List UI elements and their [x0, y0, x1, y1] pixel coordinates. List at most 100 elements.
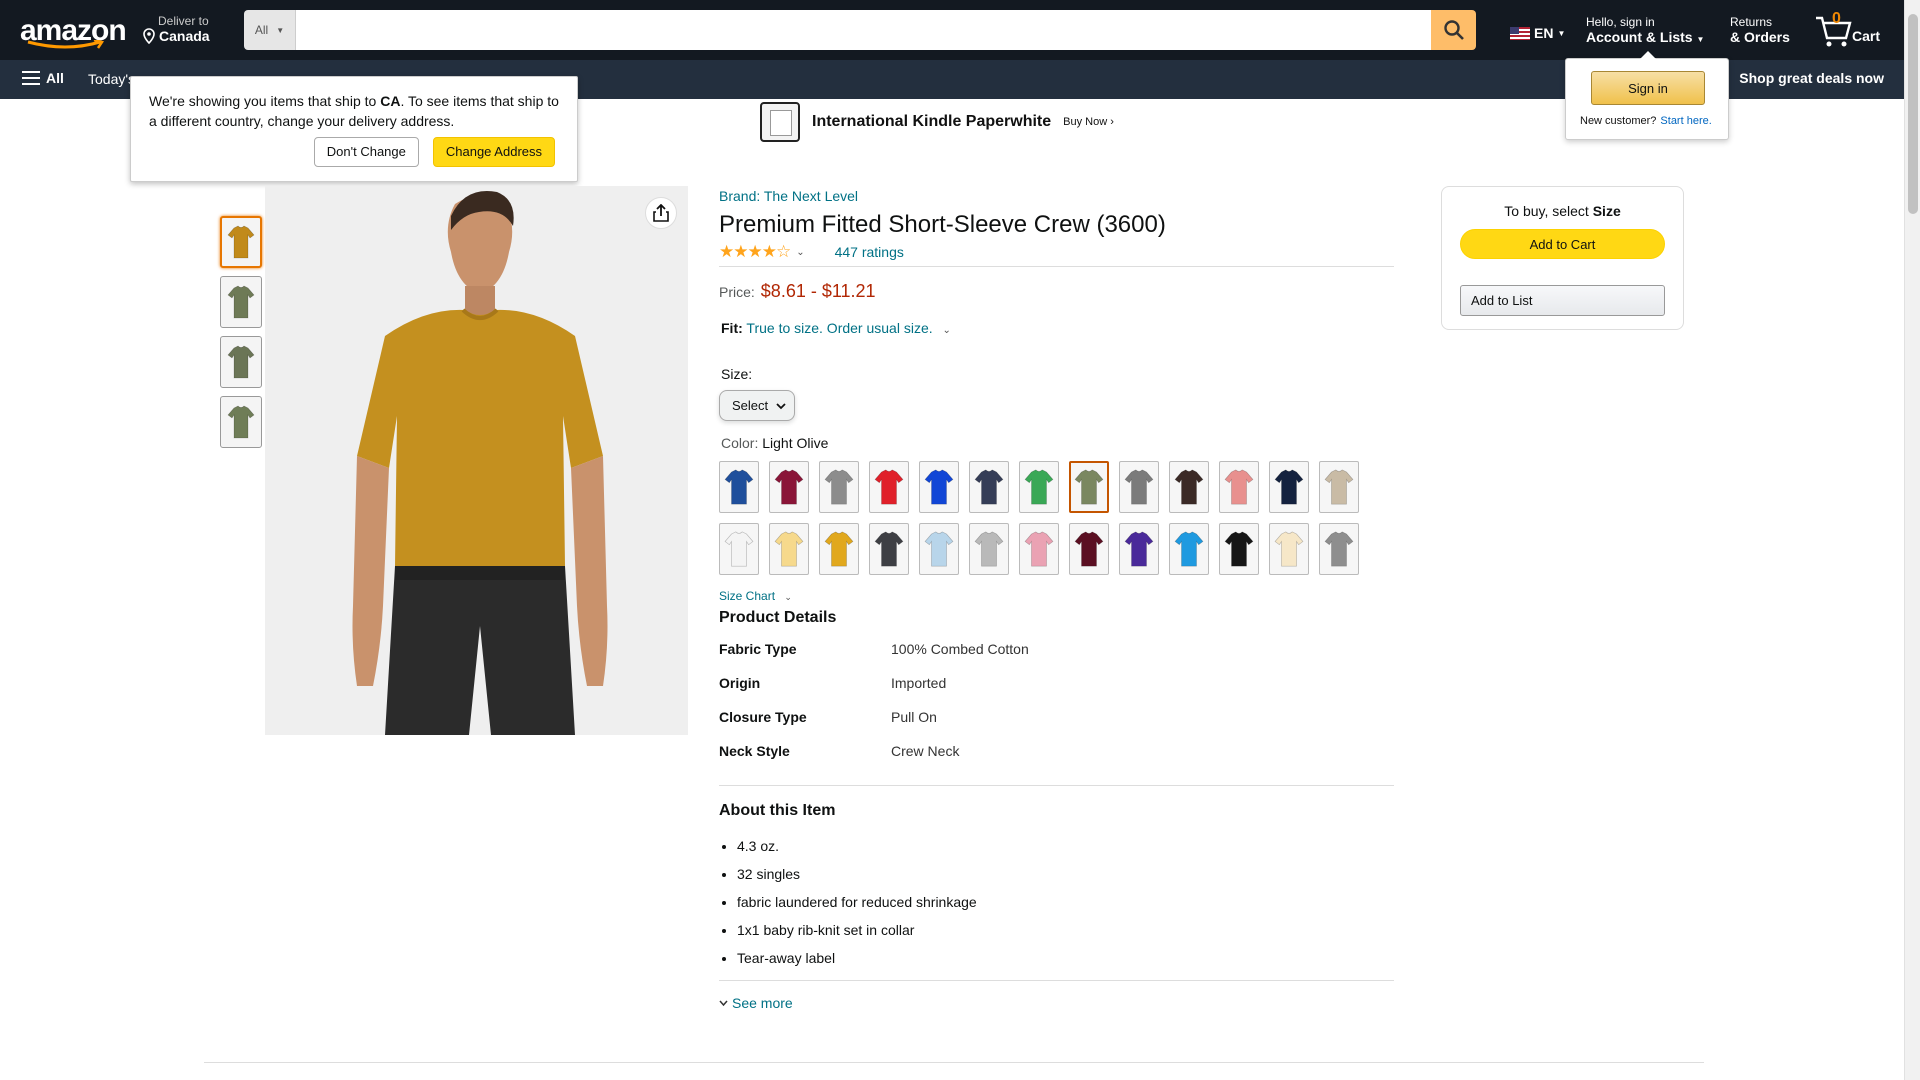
color-swatch[interactable] [969, 523, 1009, 575]
divider [204, 1062, 1704, 1063]
color-swatch[interactable] [1219, 461, 1259, 513]
product-info: Brand: The Next Level Premium Fitted Sho… [719, 186, 1394, 1011]
detail-row: Neck Style Crew Neck [719, 743, 1394, 777]
shop-deals-link[interactable]: Shop great deals now [1739, 70, 1884, 86]
product-main-image[interactable] [265, 186, 688, 735]
amazon-logo[interactable]: amazon [20, 14, 127, 49]
account-lists[interactable]: Hello, sign in Account & Lists ▼ [1586, 15, 1704, 45]
chevron-down-icon [719, 1000, 728, 1006]
color-swatch[interactable] [819, 461, 859, 513]
fit-row: Fit: True to size. Order usual size. ⌄ [719, 320, 1394, 336]
brand-link[interactable]: Brand: The Next Level [719, 188, 1394, 204]
ratings-count-link[interactable]: 447 ratings [835, 244, 904, 260]
image-thumbnail[interactable] [220, 396, 262, 448]
image-thumbnail[interactable] [220, 336, 262, 388]
color-swatch[interactable] [1169, 461, 1209, 513]
fit-value-link[interactable]: True to size. Order usual size. [746, 320, 932, 336]
language-selector[interactable]: EN ▼ [1510, 25, 1565, 41]
color-swatch[interactable] [869, 523, 909, 575]
cart-count: 0 [1832, 10, 1841, 27]
share-button[interactable] [645, 197, 677, 229]
caret-down-icon: ▼ [1696, 35, 1705, 44]
color-swatch[interactable] [719, 461, 759, 513]
about-item: 32 singles [737, 860, 1394, 888]
star-rating-icon[interactable]: ★★★★☆ [719, 242, 791, 262]
color-swatch[interactable] [1319, 461, 1359, 513]
search-category-dropdown[interactable]: All ▼ [244, 10, 296, 50]
color-swatch[interactable] [1019, 523, 1059, 575]
color-swatch[interactable] [869, 461, 909, 513]
start-here-link[interactable]: Start here. [1660, 115, 1711, 127]
divider [719, 980, 1394, 981]
dont-change-button[interactable]: Don't Change [313, 137, 419, 167]
top-navigation: amazon Deliver to Canada All ▼ EN ▼ Hell… [0, 0, 1904, 60]
deliver-country: Canada [159, 28, 210, 44]
about-title: About this Item [719, 802, 836, 819]
chevron-down-icon[interactable]: ⌄ [796, 247, 804, 258]
color-swatch[interactable] [1319, 523, 1359, 575]
color-swatch[interactable] [919, 461, 959, 513]
returns-orders[interactable]: Returns & Orders [1730, 15, 1790, 45]
caret-down-icon: ▼ [1557, 28, 1566, 38]
banner-cta: Buy Now › [1063, 116, 1114, 128]
logo-smile-icon [27, 40, 105, 49]
cart-button[interactable]: 0 Cart [1812, 10, 1882, 50]
todays-deals-link[interactable]: Today's [88, 71, 135, 87]
color-swatch[interactable] [769, 461, 809, 513]
color-value: Light Olive [762, 435, 829, 451]
all-menu-button[interactable]: All [22, 70, 64, 86]
fit-label: Fit: [721, 320, 743, 336]
add-to-cart-button[interactable]: Add to Cart [1460, 229, 1665, 259]
size-dropdown[interactable]: Select [719, 390, 795, 421]
detail-row: Closure Type Pull On [719, 709, 1394, 743]
search-button[interactable] [1431, 10, 1476, 50]
color-swatch[interactable] [1069, 523, 1109, 575]
new-customer-label: New customer? [1580, 115, 1657, 127]
color-swatch[interactable] [1019, 461, 1059, 513]
page-scrollbar[interactable] [1904, 0, 1920, 1080]
model-tshirt-image [265, 186, 688, 735]
color-swatch[interactable] [1219, 523, 1259, 575]
scrollbar-thumb[interactable] [1908, 14, 1918, 214]
color-label: Color: [721, 435, 759, 451]
detail-row: Fabric Type 100% Combed Cotton [719, 641, 1394, 675]
color-swatch[interactable] [1269, 461, 1309, 513]
chevron-down-icon: ⌄ [784, 592, 792, 602]
color-swatch[interactable] [919, 523, 959, 575]
about-item: 1x1 baby rib-knit set in collar [737, 916, 1394, 944]
size-chart-link[interactable]: Size Chart ⌄ [719, 589, 1394, 603]
color-swatch[interactable] [1269, 523, 1309, 575]
size-label: Size: [721, 366, 753, 382]
hamburger-icon [22, 71, 40, 85]
see-more-link[interactable]: See more [719, 995, 1394, 1011]
color-swatches [719, 461, 1394, 575]
search-input[interactable] [296, 10, 1431, 50]
image-thumbnail[interactable] [220, 276, 262, 328]
location-pin-icon [143, 28, 155, 44]
change-address-button[interactable]: Change Address [432, 137, 555, 167]
about-item: 4.3 oz. [737, 832, 1394, 860]
color-swatch[interactable] [1119, 461, 1159, 513]
color-swatch[interactable] [969, 461, 1009, 513]
all-label: All [46, 70, 64, 86]
color-swatch[interactable] [769, 523, 809, 575]
signin-button[interactable]: Sign in [1591, 71, 1705, 105]
add-to-list-button[interactable]: Add to List [1460, 285, 1665, 316]
search-category-label: All [254, 23, 269, 37]
color-swatch[interactable] [719, 523, 759, 575]
ship-country: CA [380, 93, 401, 109]
chevron-down-icon [776, 402, 786, 409]
deliver-to[interactable]: Deliver to Canada [142, 14, 210, 44]
account-greeting: Hello, sign in [1586, 15, 1655, 29]
color-swatch[interactable] [1069, 461, 1109, 513]
detail-row: Origin Imported [719, 675, 1394, 709]
color-swatch[interactable] [1169, 523, 1209, 575]
color-swatch[interactable] [819, 523, 859, 575]
color-swatch[interactable] [1119, 523, 1159, 575]
chevron-down-icon[interactable]: ⌄ [943, 325, 951, 336]
image-thumbnail[interactable] [220, 216, 262, 268]
about-list: 4.3 oz. 32 singles fabric laundered for … [719, 832, 1394, 972]
kindle-banner[interactable]: International Kindle Paperwhite Buy Now … [760, 100, 1114, 144]
detail-key: Closure Type [719, 709, 807, 725]
detail-key: Neck Style [719, 743, 790, 759]
